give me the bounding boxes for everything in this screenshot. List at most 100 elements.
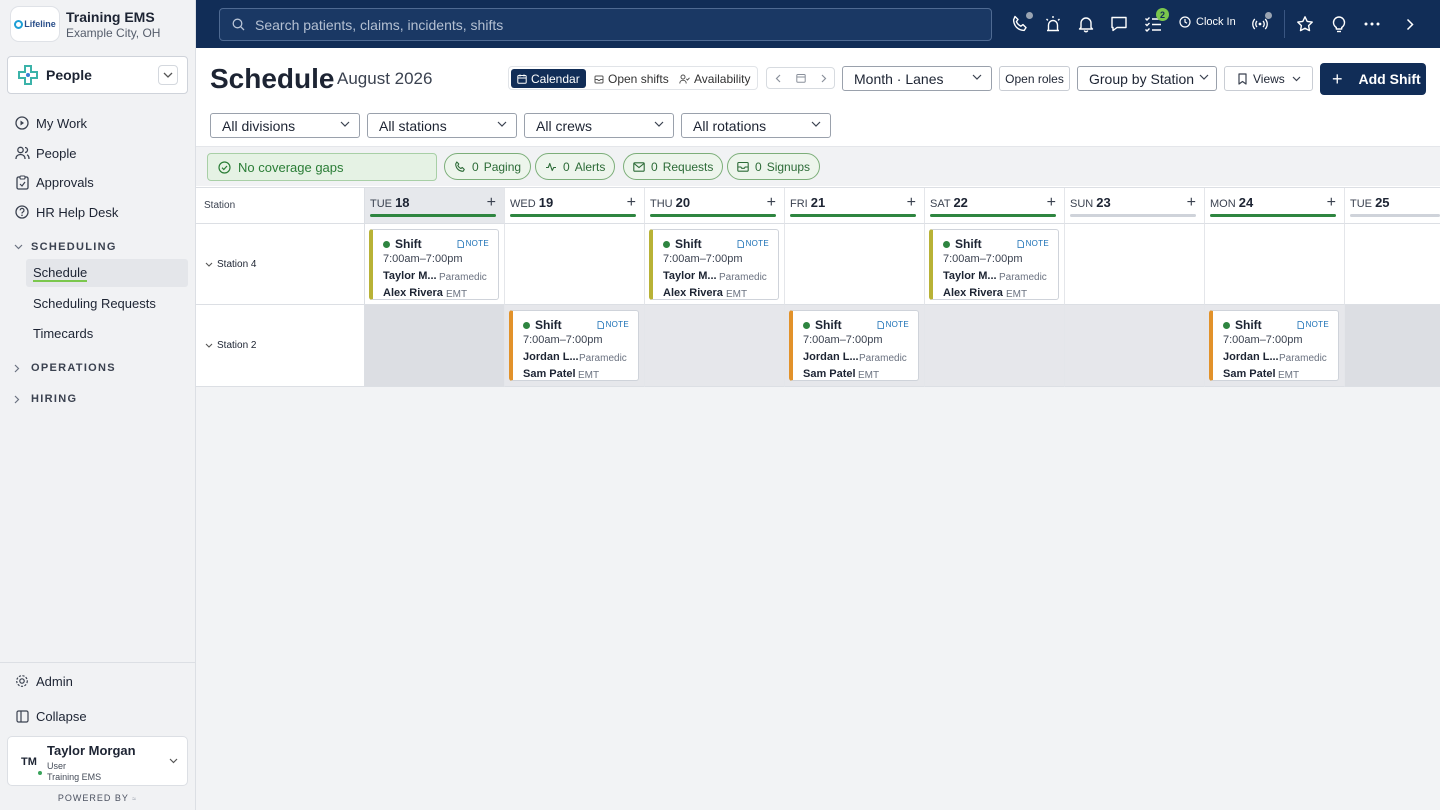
shift-title: Shift — [815, 318, 842, 332]
clock-in-button[interactable]: Clock In — [1179, 16, 1236, 28]
crew-member-name: Jordan L... — [523, 351, 579, 363]
station-column-header: Station — [196, 188, 365, 224]
note-link[interactable]: NOTE — [737, 239, 769, 248]
nav-people[interactable]: People — [14, 141, 76, 165]
shift-card[interactable]: Shift NOTE 7:00am–7:00pm Jordan L... Par… — [1209, 310, 1339, 381]
user-menu[interactable]: TM Taylor Morgan User Training EMS — [7, 736, 188, 786]
more-icon[interactable] — [1360, 12, 1384, 36]
add-shift-day-button[interactable]: + — [767, 194, 776, 212]
app-switcher[interactable]: People — [7, 56, 188, 94]
plus-icon: + — [1332, 68, 1343, 89]
nav-approvals[interactable]: Approvals — [14, 170, 94, 194]
day-cell[interactable] — [1065, 224, 1205, 305]
chevron-right-icon[interactable] — [1398, 12, 1422, 36]
chip-label: Requests — [662, 159, 714, 174]
group-by-select[interactable]: Group by Station — [1077, 66, 1217, 91]
global-search[interactable] — [219, 8, 992, 41]
add-shift-day-button[interactable]: + — [627, 194, 636, 212]
alarm-light-icon[interactable] — [1041, 12, 1065, 36]
alerts-chip[interactable]: 0 Alerts — [535, 153, 616, 180]
add-shift-button[interactable]: + Add Shift — [1320, 63, 1426, 95]
phone-icon — [454, 160, 466, 173]
add-shift-day-button[interactable]: + — [487, 194, 496, 212]
day-number: 20 — [675, 195, 691, 210]
crews-filter[interactable]: All crews — [524, 113, 674, 138]
search-input[interactable] — [255, 16, 955, 33]
stations-filter[interactable]: All stations — [367, 113, 517, 138]
day-cell[interactable] — [505, 224, 645, 305]
view-mode-select[interactable]: Month · Lanes — [842, 66, 992, 91]
lane-station-4[interactable]: Station 4 — [196, 224, 365, 305]
clock-icon — [1179, 16, 1191, 28]
note-link[interactable]: NOTE — [597, 320, 629, 329]
open-roles-button[interactable]: Open roles — [999, 66, 1070, 91]
nav-admin[interactable]: Admin — [14, 669, 73, 693]
tab-open-shifts[interactable]: Open shifts — [588, 69, 675, 88]
chat-icon[interactable] — [1107, 12, 1131, 36]
day-cell[interactable] — [645, 305, 785, 387]
chip-count: 0 — [563, 159, 570, 174]
chevron-down-icon[interactable] — [158, 65, 178, 85]
views-button[interactable]: Views — [1224, 66, 1313, 91]
add-shift-day-button[interactable]: + — [1187, 194, 1196, 212]
day-cell[interactable] — [1205, 224, 1345, 305]
next-icon[interactable] — [821, 74, 827, 83]
nav-scheduling-requests[interactable]: Scheduling Requests — [26, 289, 188, 317]
shift-card[interactable]: Shift NOTE 7:00am–7:00pm Jordan L... Par… — [789, 310, 919, 381]
crew-member-name: Jordan L... — [803, 351, 859, 363]
day-of-week: TUE — [1350, 198, 1372, 210]
status-bar: No coverage gaps 0 Paging 0 Alerts 0 Req… — [196, 146, 1440, 186]
add-shift-day-button[interactable]: + — [1327, 194, 1336, 212]
section-operations[interactable]: OPERATIONS — [14, 362, 116, 374]
app-switcher-label: People — [46, 67, 92, 83]
note-link[interactable]: NOTE — [877, 320, 909, 329]
day-cell[interactable] — [1345, 224, 1440, 305]
paging-chip[interactable]: 0 Paging — [444, 153, 532, 180]
crew-member-name: Jordan L... — [1223, 351, 1279, 363]
coverage-status[interactable]: No coverage gaps — [207, 153, 437, 181]
add-shift-day-button[interactable]: + — [907, 194, 916, 212]
chip-label: Paging — [483, 159, 522, 174]
bell-icon[interactable] — [1074, 12, 1098, 36]
day-cell[interactable] — [925, 305, 1065, 387]
signups-chip[interactable]: 0 Signups — [727, 153, 821, 180]
people-app-icon — [18, 65, 38, 85]
note-link[interactable]: NOTE — [457, 239, 489, 248]
divisions-filter[interactable]: All divisions — [210, 113, 360, 138]
shift-card[interactable]: Shift NOTE 7:00am–7:00pm Taylor M... Par… — [929, 229, 1059, 300]
org-header[interactable]: Lifeline Training EMS Example City, OH — [0, 0, 195, 48]
nav-schedule[interactable]: Schedule — [26, 259, 188, 287]
note-link[interactable]: NOTE — [1297, 320, 1329, 329]
prev-icon[interactable] — [775, 74, 781, 83]
section-scheduling[interactable]: SCHEDULING — [14, 241, 117, 253]
shift-card[interactable]: Shift NOTE 7:00am–7:00pm Jordan L... Par… — [509, 310, 639, 381]
section-hiring[interactable]: HIRING — [14, 393, 77, 405]
nav-hr-help-desk[interactable]: HR Help Desk — [14, 200, 118, 224]
day-cell[interactable] — [1065, 305, 1205, 387]
note-link[interactable]: NOTE — [1017, 239, 1049, 248]
day-cell[interactable] — [785, 224, 925, 305]
shift-card[interactable]: Shift NOTE 7:00am–7:00pm Taylor M... Par… — [649, 229, 779, 300]
lane-station-2[interactable]: Station 2 — [196, 305, 365, 387]
shift-card[interactable]: Shift NOTE 7:00am–7:00pm Taylor M... Par… — [369, 229, 499, 300]
coverage-bar — [370, 214, 496, 217]
day-cell[interactable] — [1345, 305, 1440, 387]
lightbulb-icon[interactable] — [1327, 12, 1351, 36]
day-cell[interactable] — [365, 305, 505, 387]
crew-role: EMT — [1278, 370, 1300, 381]
nav-timecards[interactable]: Timecards — [26, 319, 188, 347]
add-shift-day-button[interactable]: + — [1047, 194, 1056, 212]
search-icon — [232, 18, 245, 31]
day-of-week: MON — [1210, 198, 1236, 210]
chevron-right-icon — [14, 395, 24, 404]
tab-calendar[interactable]: Calendar — [511, 69, 586, 88]
rotations-filter[interactable]: All rotations — [681, 113, 831, 138]
collapse-button[interactable]: Collapse — [14, 704, 87, 728]
nav-my-work[interactable]: My Work — [14, 111, 87, 135]
tab-availability[interactable]: Availability — [673, 69, 756, 88]
crew-member-name: Sam Patel — [523, 368, 576, 380]
calendar-icon[interactable] — [795, 73, 806, 83]
requests-chip[interactable]: 0 Requests — [623, 153, 724, 180]
chip-count: 0 — [651, 159, 658, 174]
star-icon[interactable] — [1293, 12, 1317, 36]
